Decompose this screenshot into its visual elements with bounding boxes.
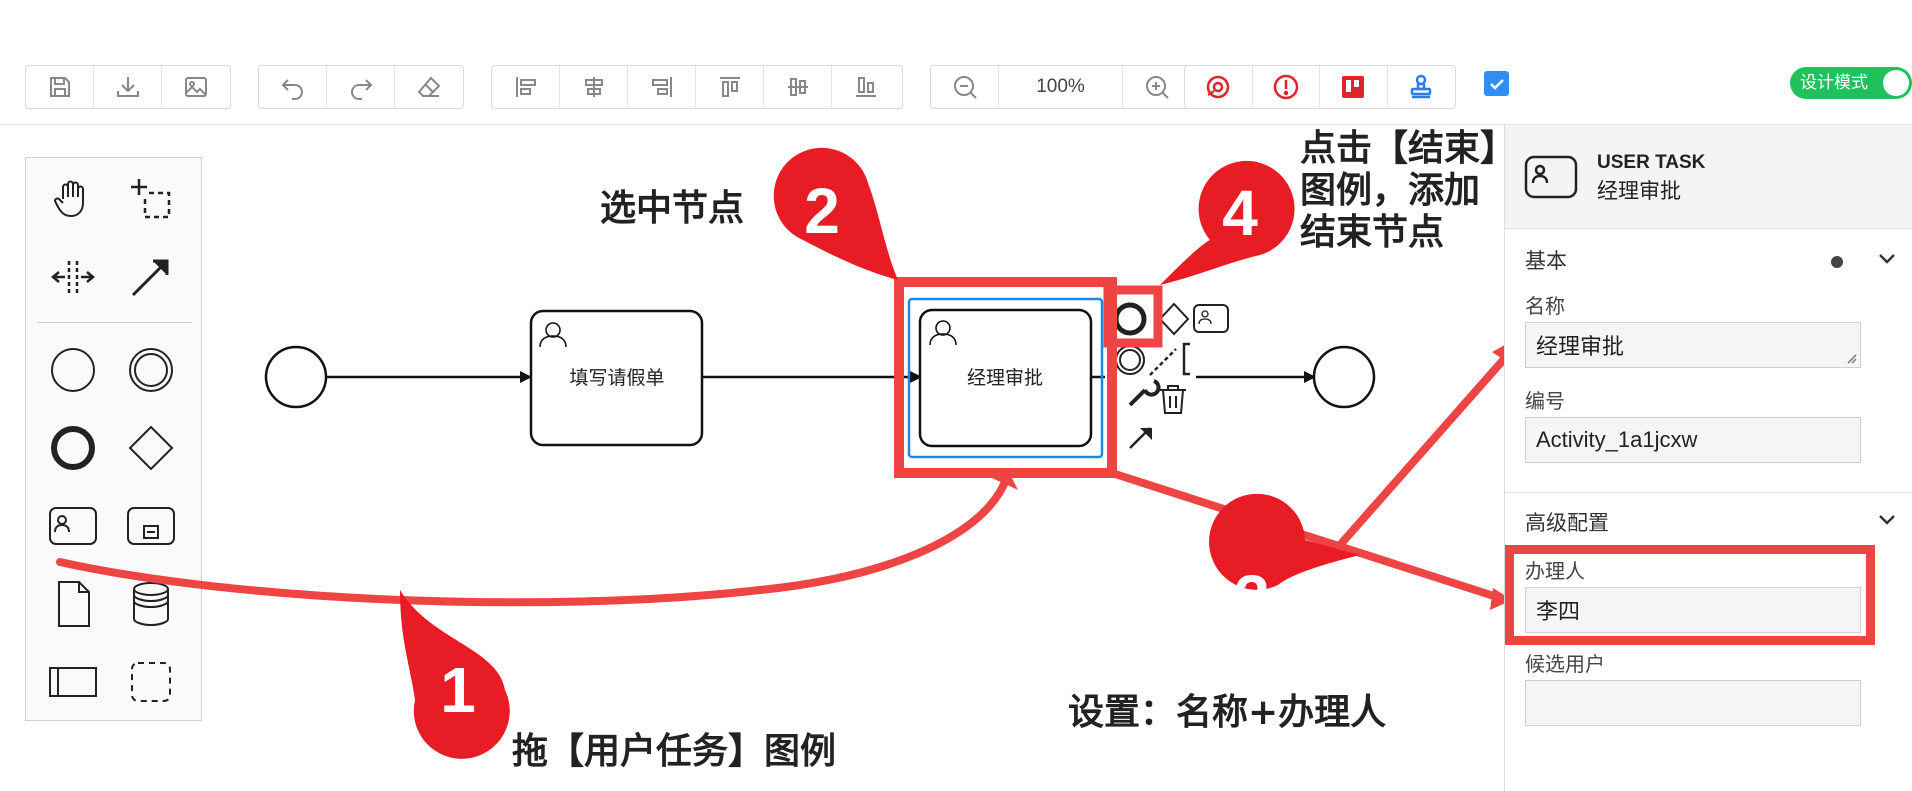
connector-arrowhead <box>1140 428 1152 440</box>
step4-caption-line: 图例，添加 <box>1300 170 1481 211</box>
step4-caption-line: 结束节点 <box>1300 212 1445 253</box>
element-name: 经理审批 <box>1597 179 1681 203</box>
arrow-step1 <box>56 478 1009 607</box>
pin-step4: 4 <box>1160 160 1295 285</box>
end-event[interactable] <box>1312 345 1376 409</box>
start-event[interactable] <box>264 345 328 409</box>
step4-caption-line: 点击【结束】 <box>1300 128 1517 169</box>
pin-step4-number: 4 <box>1222 177 1258 249</box>
element-type: USER TASK <box>1597 152 1706 173</box>
append-intermediate-event-icon[interactable] <box>1115 345 1145 375</box>
pin-step3-number: 3 <box>1234 562 1270 634</box>
step3-caption: 设置：名称+办理人 <box>1068 692 1387 733</box>
append-gateway-icon[interactable] <box>1158 302 1190 336</box>
resize-handle-icon[interactable] <box>1845 352 1857 364</box>
pin-step1: 1 <box>400 590 510 759</box>
id-field[interactable]: Activity_1a1jcxw <box>1525 417 1861 463</box>
connect-icon[interactable] <box>1149 348 1177 376</box>
step1-caption: 拖【用户任务】图例 <box>512 731 837 772</box>
modified-dot-icon <box>1831 256 1843 268</box>
highlight-assignee-box <box>1505 545 1875 645</box>
section-basic-title[interactable]: 基本 <box>1525 245 1567 275</box>
candidate-users-label: 候选用户 <box>1525 652 1605 676</box>
step4-caption: 点击【结束】 图例，添加 结束节点 <box>1300 128 1516 254</box>
name-value: 经理审批 <box>1536 335 1625 360</box>
append-end-event-icon[interactable] <box>1113 302 1147 336</box>
name-label: 名称 <box>1525 294 1565 318</box>
pin-step2: 2 <box>773 147 898 280</box>
pin-step3: 3 <box>1209 493 1360 634</box>
user-task-icon <box>1524 155 1578 199</box>
append-task-icon[interactable] <box>1193 304 1229 333</box>
chevron-down-icon[interactable] <box>1877 509 1897 529</box>
panel-header: USER TASK 经理审批 <box>1505 125 1912 229</box>
properties-panel: USER TASK 经理审批 基本 名称 经理审批 编号 Activity_1a… <box>1504 125 1912 791</box>
section-advanced-title[interactable]: 高级配置 <box>1525 507 1609 537</box>
arrow-step3-to-assignee <box>1108 469 1504 602</box>
id-value: Activity_1a1jcxw <box>1536 427 1698 452</box>
section-divider <box>1505 492 1912 493</box>
task-manager-approval[interactable]: 经理审批 <box>907 297 1104 459</box>
chevron-down-icon[interactable] <box>1877 248 1897 268</box>
id-label: 编号 <box>1525 389 1565 413</box>
trash-icon[interactable] <box>1160 385 1186 414</box>
step2-caption: 选中节点 <box>600 188 745 229</box>
task2-label: 经理审批 <box>967 367 1043 389</box>
pin-step1-number: 1 <box>440 654 476 726</box>
task-fill-leave-form[interactable]: 填写请假单 <box>529 309 704 447</box>
name-field[interactable]: 经理审批 <box>1525 322 1861 368</box>
candidate-users-field[interactable] <box>1525 680 1861 726</box>
text-annotation-icon[interactable] <box>1182 342 1190 376</box>
wrench-icon[interactable] <box>1128 379 1161 407</box>
pin-step2-number: 2 <box>804 175 840 247</box>
task1-label: 填写请假单 <box>569 367 664 389</box>
